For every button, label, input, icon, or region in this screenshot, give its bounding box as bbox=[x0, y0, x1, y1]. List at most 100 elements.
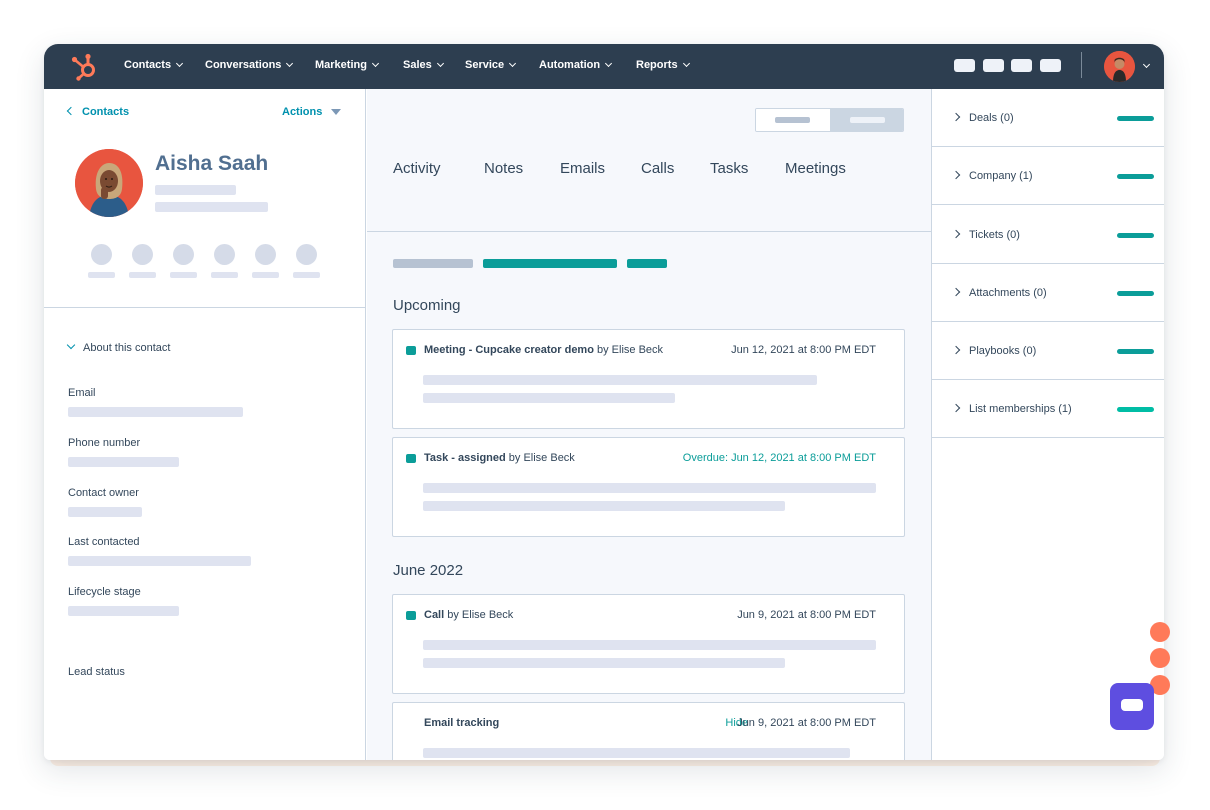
chevron-down-icon[interactable] bbox=[1142, 60, 1151, 69]
sidebar-item-indicator bbox=[1117, 349, 1154, 354]
nav-label: Contacts bbox=[124, 59, 172, 71]
timeline-card-task[interactable]: Task - assigned by Elise Beck Overdue: J… bbox=[392, 437, 905, 537]
card-author: by Elise Beck bbox=[508, 452, 575, 464]
chevron-right-icon bbox=[951, 403, 961, 413]
tab-emails[interactable]: Emails bbox=[560, 160, 605, 177]
card-title: Email tracking bbox=[424, 717, 499, 729]
sidebar-item-playbooks[interactable]: Playbooks (0) bbox=[932, 322, 1164, 380]
chevron-down-icon bbox=[436, 59, 444, 68]
top-nav: Contacts Conversations Marketing Sales S… bbox=[44, 44, 1164, 89]
card-body-placeholder bbox=[423, 375, 817, 385]
nav-utility-button[interactable] bbox=[1040, 59, 1061, 72]
card-type: Meeting - Cupcake creator demo bbox=[424, 344, 594, 356]
nav-utility-button[interactable] bbox=[983, 59, 1004, 72]
card-body-placeholder bbox=[423, 393, 675, 403]
quick-action-task-button[interactable] bbox=[255, 244, 276, 265]
quick-action-meet-button[interactable] bbox=[296, 244, 317, 265]
field-label-lead-status: Lead status bbox=[68, 666, 125, 678]
hubspot-logo-icon[interactable] bbox=[70, 52, 100, 82]
chevron-down-icon bbox=[509, 59, 517, 68]
user-avatar[interactable] bbox=[1104, 51, 1135, 82]
quick-action-note-button[interactable] bbox=[91, 244, 112, 265]
nav-conversations[interactable]: Conversations bbox=[205, 59, 294, 71]
card-type: Task - assigned bbox=[424, 452, 506, 464]
sidebar-item-tickets[interactable]: Tickets (0) bbox=[932, 206, 1164, 264]
decorative-dot bbox=[1150, 648, 1170, 668]
sidebar-item-indicator bbox=[1117, 116, 1154, 121]
timeline-card-meeting[interactable]: Meeting - Cupcake creator demo by Elise … bbox=[392, 329, 905, 429]
nav-contacts[interactable]: Contacts bbox=[124, 59, 184, 71]
chat-launcher-button[interactable] bbox=[1110, 683, 1154, 730]
chevron-right-icon bbox=[951, 112, 961, 122]
sidebar-item-company[interactable]: Company (1) bbox=[932, 147, 1164, 205]
sidebar-item-indicator bbox=[1117, 233, 1154, 238]
tab-tasks[interactable]: Tasks bbox=[710, 160, 748, 177]
toggle-label-placeholder bbox=[775, 117, 810, 123]
caret-down-icon bbox=[331, 109, 342, 115]
sidebar-item-list-memberships[interactable]: List memberships (1) bbox=[932, 380, 1164, 438]
phone-value-placeholder[interactable] bbox=[68, 457, 179, 467]
tab-notes[interactable]: Notes bbox=[484, 160, 523, 177]
nav-utility-button[interactable] bbox=[954, 59, 975, 72]
nav-automation[interactable]: Automation bbox=[539, 59, 613, 71]
quick-action-call-button[interactable] bbox=[173, 244, 194, 265]
last-contacted-value-placeholder[interactable] bbox=[68, 556, 251, 566]
contact-name: Aisha Saah bbox=[155, 152, 269, 175]
actions-dropdown[interactable]: Actions bbox=[282, 106, 342, 118]
owner-value-placeholder[interactable] bbox=[68, 507, 142, 517]
quick-action-label bbox=[293, 272, 320, 278]
quick-action-email-button[interactable] bbox=[132, 244, 153, 265]
call-icon bbox=[406, 611, 416, 620]
nav-reports[interactable]: Reports bbox=[636, 59, 690, 71]
field-label-lifecycle-stage: Lifecycle stage bbox=[68, 586, 141, 598]
about-section-toggle[interactable]: About this contact bbox=[66, 340, 170, 354]
quick-action-label bbox=[211, 272, 238, 278]
toggle-label-placeholder bbox=[850, 117, 885, 123]
view-toggle-option[interactable] bbox=[756, 109, 830, 131]
nav-label: Automation bbox=[539, 59, 601, 71]
quick-action-label bbox=[88, 272, 115, 278]
contact-subtitle-placeholder bbox=[155, 202, 268, 212]
card-date: Jun 9, 2021 at 8:00 PM EDT bbox=[737, 717, 876, 729]
chevron-down-icon bbox=[682, 59, 690, 68]
sidebar-item-label: Company (1) bbox=[969, 170, 1033, 182]
nav-utility-button[interactable] bbox=[1011, 59, 1032, 72]
nav-sales[interactable]: Sales bbox=[403, 59, 444, 71]
timeline-card-call[interactable]: Call by Elise Beck Jun 9, 2021 at 8:00 P… bbox=[392, 594, 905, 694]
chevron-down-icon bbox=[371, 59, 380, 68]
card-title: Task - assigned by Elise Beck bbox=[424, 452, 575, 464]
nav-label: Service bbox=[465, 59, 505, 71]
filter-pill[interactable] bbox=[393, 259, 473, 268]
card-body-placeholder bbox=[423, 748, 850, 758]
tab-calls[interactable]: Calls bbox=[641, 160, 674, 177]
tab-activity[interactable]: Activity bbox=[393, 160, 441, 177]
field-label-email: Email bbox=[68, 387, 96, 399]
contact-photo bbox=[75, 149, 143, 217]
month-heading: June 2022 bbox=[393, 562, 464, 579]
lifecycle-value-placeholder[interactable] bbox=[68, 606, 179, 616]
nav-marketing[interactable]: Marketing bbox=[315, 59, 380, 71]
sidebar-item-deals[interactable]: Deals (0) bbox=[932, 89, 1164, 147]
view-toggle bbox=[755, 108, 904, 132]
nav-label: Sales bbox=[403, 59, 432, 71]
quick-action-log-button[interactable] bbox=[214, 244, 235, 265]
quick-action-label bbox=[129, 272, 156, 278]
filter-pill-active[interactable] bbox=[627, 259, 667, 268]
card-author: by Elise Beck bbox=[447, 609, 514, 621]
filter-pill-active[interactable] bbox=[483, 259, 617, 268]
quick-action-label bbox=[170, 272, 197, 278]
sidebar-item-attachments[interactable]: Attachments (0) bbox=[932, 264, 1164, 322]
card-date: Jun 9, 2021 at 8:00 PM EDT bbox=[737, 609, 876, 621]
timeline-card-email[interactable]: Email tracking Hide Jun 9, 2021 at 8:00 … bbox=[392, 702, 905, 760]
view-toggle-option-selected[interactable] bbox=[830, 109, 903, 131]
card-body-placeholder bbox=[423, 501, 785, 511]
card-body-placeholder bbox=[423, 640, 876, 650]
card-date: Jun 12, 2021 at 8:00 PM EDT bbox=[731, 344, 876, 356]
email-value-placeholder[interactable] bbox=[68, 407, 243, 417]
back-to-contacts-link[interactable]: Contacts bbox=[66, 106, 129, 118]
quick-action-label bbox=[252, 272, 279, 278]
card-title: Meeting - Cupcake creator demo by Elise … bbox=[424, 344, 663, 356]
sidebar-item-label: Tickets (0) bbox=[969, 229, 1020, 241]
tab-meetings[interactable]: Meetings bbox=[785, 160, 846, 177]
nav-service[interactable]: Service bbox=[465, 59, 517, 71]
